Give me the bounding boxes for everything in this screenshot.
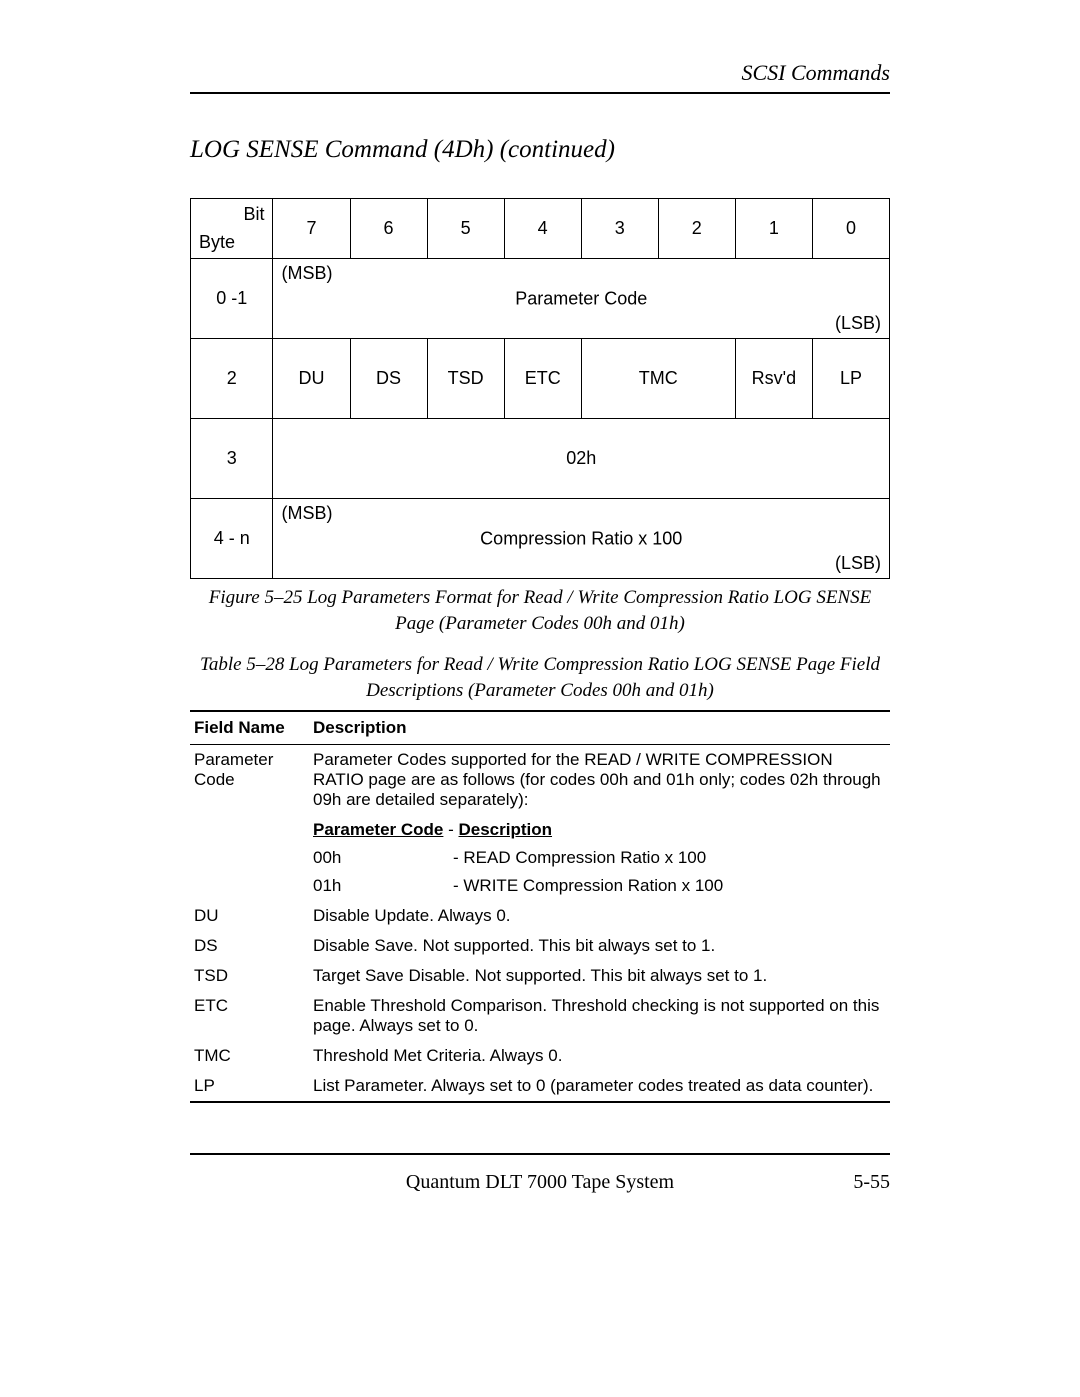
field-cell: TSD bbox=[190, 961, 309, 991]
bit-header: 2 bbox=[658, 199, 735, 259]
sub-code: 01h bbox=[313, 876, 453, 896]
msb-label: (MSB) bbox=[281, 503, 332, 524]
running-header: SCSI Commands bbox=[190, 60, 890, 94]
figure-table: Bit Byte 7 6 5 4 3 2 1 0 0 -1 (MSB) Para… bbox=[190, 198, 890, 579]
description-table: Field Name Description Parameter Code Pa… bbox=[190, 710, 890, 1103]
table-row: TSD Target Save Disable. Not supported. … bbox=[190, 961, 890, 991]
header-field: Field Name bbox=[190, 711, 309, 745]
field-cell: Parameter Code bbox=[190, 744, 309, 901]
bit-header: 5 bbox=[427, 199, 504, 259]
sub-code: 00h bbox=[313, 848, 453, 868]
footer-center: Quantum DLT 7000 Tape System bbox=[270, 1171, 810, 1194]
cell: LP bbox=[812, 339, 889, 419]
footer-page-number: 5-55 bbox=[810, 1171, 890, 1194]
sub-item: 01h - WRITE Compression Ration x 100 bbox=[313, 868, 886, 896]
footer-spacer bbox=[190, 1171, 270, 1194]
desc-cell: Enable Threshold Comparison. Threshold c… bbox=[309, 991, 890, 1041]
table-caption: Table 5–28 Log Parameters for Read / Wri… bbox=[190, 652, 890, 703]
field-cell: DS bbox=[190, 931, 309, 961]
table-row: ETC Enable Threshold Comparison. Thresho… bbox=[190, 991, 890, 1041]
byte-cell: 4 - n bbox=[191, 499, 273, 579]
cell: TMC bbox=[581, 339, 735, 419]
span-cell: 02h bbox=[273, 419, 890, 499]
table-row: LP List Parameter. Always set to 0 (para… bbox=[190, 1071, 890, 1102]
sub-desc: - READ Compression Ratio x 100 bbox=[453, 848, 706, 868]
table-row: Field Name Description bbox=[190, 711, 890, 745]
cell-content: Compression Ratio x 100 bbox=[480, 528, 682, 549]
bit-label: Bit bbox=[243, 204, 264, 225]
cell-content: Parameter Code bbox=[515, 288, 647, 309]
byte-label: Byte bbox=[199, 232, 235, 253]
desc-cell: List Parameter. Always set to 0 (paramet… bbox=[309, 1071, 890, 1102]
span-cell: (MSB) Parameter Code (LSB) bbox=[273, 259, 890, 339]
section-title: SCSI Commands bbox=[741, 60, 890, 85]
bit-header: 0 bbox=[812, 199, 889, 259]
table-row: Parameter Code Parameter Codes supported… bbox=[190, 744, 890, 901]
field-cell: TMC bbox=[190, 1041, 309, 1071]
bit-byte-cell: Bit Byte bbox=[191, 199, 273, 259]
desc-cell: Parameter Codes supported for the READ /… bbox=[309, 744, 890, 901]
table-row: DS Disable Save. Not supported. This bit… bbox=[190, 931, 890, 961]
table-row: 2 DU DS TSD ETC TMC Rsv'd LP bbox=[191, 339, 890, 419]
cell: DU bbox=[273, 339, 350, 419]
table-row: DU Disable Update. Always 0. bbox=[190, 901, 890, 931]
sub-header-sep: - bbox=[443, 820, 458, 839]
sub-item: 00h - READ Compression Ratio x 100 bbox=[313, 840, 886, 868]
cell: DS bbox=[350, 339, 427, 419]
sub-header: Parameter Code - Description bbox=[313, 810, 886, 840]
caption-line: Page (Parameter Codes 00h and 01h) bbox=[395, 613, 685, 634]
param-intro: Parameter Codes supported for the READ /… bbox=[313, 750, 886, 810]
cell: TSD bbox=[427, 339, 504, 419]
byte-cell: 0 -1 bbox=[191, 259, 273, 339]
bit-header: 7 bbox=[273, 199, 350, 259]
desc-cell: Threshold Met Criteria. Always 0. bbox=[309, 1041, 890, 1071]
header-desc: Description bbox=[309, 711, 890, 745]
page-title: LOG SENSE Command (4Dh) (continued) bbox=[190, 136, 890, 164]
caption-line: Figure 5–25 Log Parameters Format for Re… bbox=[209, 587, 872, 608]
bit-header: 4 bbox=[504, 199, 581, 259]
caption-line: Descriptions (Parameter Codes 00h and 01… bbox=[366, 680, 714, 701]
lsb-label: (LSB) bbox=[835, 553, 881, 574]
bit-header: 6 bbox=[350, 199, 427, 259]
table-row: 4 - n (MSB) Compression Ratio x 100 (LSB… bbox=[191, 499, 890, 579]
lsb-label: (LSB) bbox=[835, 313, 881, 334]
desc-cell: Disable Save. Not supported. This bit al… bbox=[309, 931, 890, 961]
caption-line: Table 5–28 Log Parameters for Read / Wri… bbox=[200, 654, 880, 675]
desc-cell: Target Save Disable. Not supported. This… bbox=[309, 961, 890, 991]
byte-cell: 3 bbox=[191, 419, 273, 499]
table-row: 3 02h bbox=[191, 419, 890, 499]
table-row: Bit Byte 7 6 5 4 3 2 1 0 bbox=[191, 199, 890, 259]
cell: ETC bbox=[504, 339, 581, 419]
field-cell: ETC bbox=[190, 991, 309, 1041]
table-row: 0 -1 (MSB) Parameter Code (LSB) bbox=[191, 259, 890, 339]
footer: Quantum DLT 7000 Tape System 5-55 bbox=[190, 1153, 890, 1194]
cell: Rsv'd bbox=[735, 339, 812, 419]
bit-header: 1 bbox=[735, 199, 812, 259]
bit-header: 3 bbox=[581, 199, 658, 259]
page-content: SCSI Commands LOG SENSE Command (4Dh) (c… bbox=[0, 0, 1080, 1254]
byte-cell: 2 bbox=[191, 339, 273, 419]
msb-label: (MSB) bbox=[281, 263, 332, 284]
table-row: TMC Threshold Met Criteria. Always 0. bbox=[190, 1041, 890, 1071]
field-cell: DU bbox=[190, 901, 309, 931]
sub-header-code: Parameter Code bbox=[313, 820, 443, 839]
span-cell: (MSB) Compression Ratio x 100 (LSB) bbox=[273, 499, 890, 579]
desc-cell: Disable Update. Always 0. bbox=[309, 901, 890, 931]
sub-desc: - WRITE Compression Ration x 100 bbox=[453, 876, 723, 896]
field-cell: LP bbox=[190, 1071, 309, 1102]
figure-caption: Figure 5–25 Log Parameters Format for Re… bbox=[190, 585, 890, 636]
sub-header-desc: Description bbox=[459, 820, 553, 839]
